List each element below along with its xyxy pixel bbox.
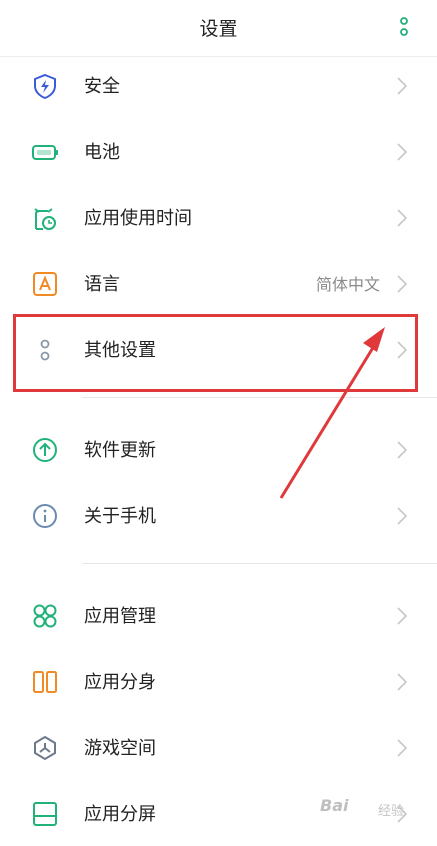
annotation-highlight-box <box>13 314 418 392</box>
language-icon <box>33 272 57 296</box>
chevron-right-icon <box>397 507 408 525</box>
section-divider <box>82 397 437 398</box>
about-phone-icon <box>33 504 57 528</box>
settings-item-about-phone[interactable]: 关于手机 <box>0 482 437 548</box>
chevron-right-icon <box>397 441 408 459</box>
more-icon <box>400 17 408 36</box>
app-clone-icon <box>33 671 57 693</box>
chevron-right-icon <box>397 739 408 757</box>
page-title: 设置 <box>199 18 238 40</box>
settings-item-label: 语言 <box>84 274 120 295</box>
settings-item-software-update[interactable]: 软件更新 <box>0 416 437 482</box>
settings-item-label: 应用分屏 <box>84 804 156 825</box>
settings-item-game-space[interactable]: 游戏空间 <box>0 714 437 780</box>
more-options-button[interactable] <box>392 13 416 41</box>
settings-item-language[interactable]: 语言 简体中文 <box>0 250 437 316</box>
settings-item-label: 应用管理 <box>84 606 156 627</box>
settings-item-app-usage-time[interactable]: 应用使用时间 <box>0 184 437 250</box>
game-space-icon <box>34 735 56 761</box>
battery-icon <box>32 145 58 160</box>
settings-item-security[interactable]: 安全 <box>0 52 437 118</box>
chevron-right-icon <box>397 209 408 227</box>
app-usage-time-icon <box>34 208 56 230</box>
chevron-right-icon <box>397 77 408 95</box>
settings-item-label: 关于手机 <box>84 506 156 527</box>
settings-item-label: 游戏空间 <box>84 738 156 759</box>
chevron-right-icon <box>397 607 408 625</box>
language-value: 简体中文 <box>315 275 380 294</box>
software-update-icon <box>33 438 57 462</box>
split-screen-icon <box>33 802 57 826</box>
app-management-icon <box>33 604 57 628</box>
baidu-watermark: Bai 经验 <box>318 792 434 830</box>
shield-icon <box>34 73 56 100</box>
top-bar: 设置 <box>0 0 437 57</box>
settings-item-app-management[interactable]: 应用管理 <box>0 582 437 648</box>
watermark-text: Bai <box>320 796 349 815</box>
settings-item-app-clone[interactable]: 应用分身 <box>0 648 437 714</box>
section-divider <box>82 563 437 564</box>
chevron-right-icon <box>397 673 408 691</box>
settings-item-label: 安全 <box>84 76 120 97</box>
settings-item-battery[interactable]: 电池 <box>0 118 437 184</box>
settings-item-label: 应用使用时间 <box>84 208 192 229</box>
settings-item-label: 电池 <box>84 142 120 163</box>
chevron-right-icon <box>397 275 408 293</box>
watermark-sub: 经验 <box>378 804 405 819</box>
settings-item-label: 软件更新 <box>84 440 156 461</box>
settings-item-label: 应用分身 <box>84 672 156 693</box>
chevron-right-icon <box>397 143 408 161</box>
